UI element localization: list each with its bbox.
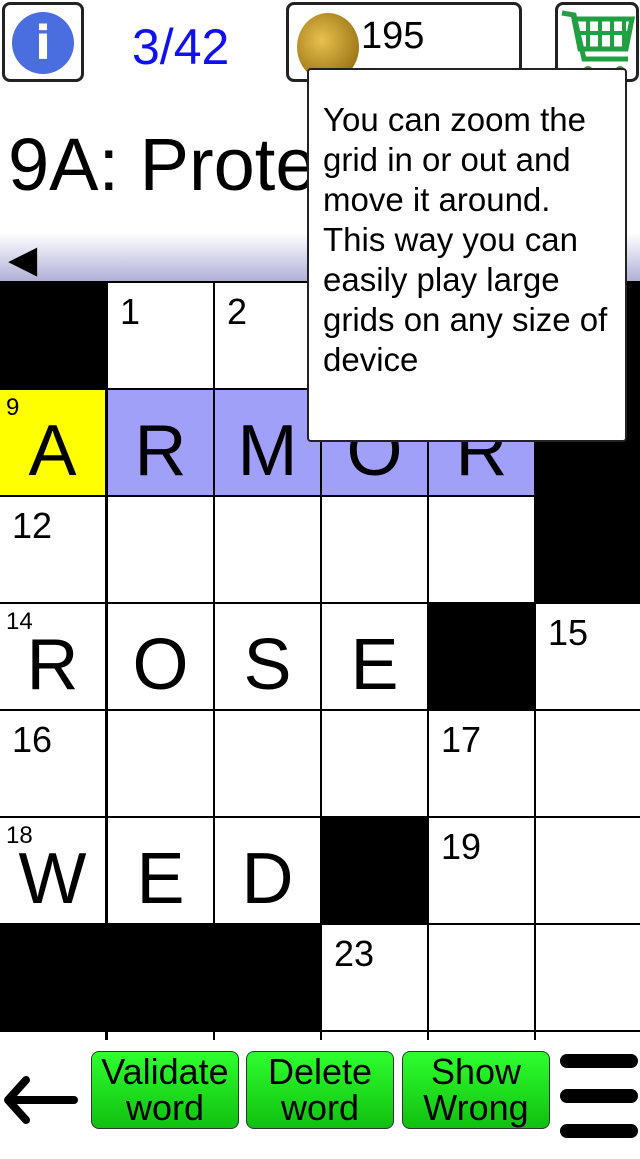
grid-cell[interactable]: [536, 818, 640, 923]
grid-cell[interactable]: [215, 711, 320, 816]
arrow-left-icon[interactable]: [2, 1070, 80, 1130]
cell-letter: A: [28, 411, 77, 491]
grid-cell[interactable]: [322, 497, 427, 602]
grid-cell[interactable]: M: [215, 390, 320, 495]
clue-number: 23: [334, 933, 375, 974]
grid-cell[interactable]: 9A: [0, 390, 105, 495]
clue-text: 9A: Prote: [8, 123, 317, 206]
triangle-left-icon[interactable]: ◀: [8, 237, 37, 282]
grid-cell[interactable]: 14 R: [0, 604, 105, 709]
hamburger-menu-icon[interactable]: [560, 1054, 638, 1159]
cell-letter: O: [132, 625, 189, 705]
grid-cell[interactable]: [536, 711, 640, 816]
grid-cell[interactable]: [536, 925, 640, 1030]
cell-letter: E: [350, 625, 399, 705]
grid-cell[interactable]: [322, 711, 427, 816]
bottom-toolbar: Validate word Delete word Show Wrong: [0, 1040, 640, 1138]
cell-letter: E: [136, 839, 185, 919]
clue-number: 1: [120, 291, 141, 332]
grid-cell[interactable]: R: [108, 390, 213, 495]
black-cell: [0, 283, 105, 388]
coin-count: 195: [361, 15, 425, 57]
clue-number: 15: [548, 612, 589, 653]
validate-word-button[interactable]: Validate word: [91, 1051, 239, 1129]
grid-cell[interactable]: O: [108, 604, 213, 709]
grid-cell[interactable]: [215, 497, 320, 602]
cell-letter: R: [26, 625, 79, 705]
clue-number: 17: [441, 719, 482, 760]
grid-cell[interactable]: 18 W: [0, 818, 105, 923]
cell-letter: M: [237, 411, 298, 491]
black-cell: [215, 925, 320, 1030]
grid-cell[interactable]: 1: [108, 283, 213, 388]
grid-cell[interactable]: 16: [0, 711, 105, 816]
black-cell: [108, 925, 213, 1030]
info-icon: i: [12, 12, 74, 74]
cell-letter: W: [18, 839, 87, 919]
grid-cell[interactable]: [108, 711, 213, 816]
black-cell: [322, 818, 427, 923]
grid-cell[interactable]: [108, 497, 213, 602]
tooltip: You can zoom the grid in or out and move…: [307, 68, 627, 442]
grid-cell[interactable]: [429, 925, 534, 1030]
grid-cell[interactable]: D: [215, 818, 320, 923]
grid-cell[interactable]: [429, 497, 534, 602]
black-cell: [536, 497, 640, 602]
clue-number: 12: [12, 505, 53, 546]
grid-cell[interactable]: 12: [0, 497, 105, 602]
black-cell: [429, 604, 534, 709]
grid-cell[interactable]: 23: [322, 925, 427, 1030]
clue-number: 2: [227, 291, 248, 332]
show-wrong-button[interactable]: Show Wrong: [402, 1051, 550, 1129]
grid-cell[interactable]: 19: [429, 818, 534, 923]
clue-number: 16: [12, 719, 53, 760]
cell-letter: D: [241, 839, 294, 919]
grid-cell[interactable]: E: [108, 818, 213, 923]
clue-number: 19: [441, 826, 482, 867]
grid-cell[interactable]: 2: [215, 283, 320, 388]
puzzle-progress: 3/42: [132, 19, 230, 75]
grid-cell[interactable]: 17: [429, 711, 534, 816]
delete-word-button[interactable]: Delete word: [246, 1051, 394, 1129]
grid-cell[interactable]: S: [215, 604, 320, 709]
cell-letter: R: [134, 411, 187, 491]
cell-letter: S: [243, 625, 292, 705]
grid-cell[interactable]: 15: [536, 604, 640, 709]
black-cell: [0, 925, 105, 1030]
grid-cell[interactable]: E: [322, 604, 427, 709]
info-button[interactable]: i: [2, 2, 84, 82]
